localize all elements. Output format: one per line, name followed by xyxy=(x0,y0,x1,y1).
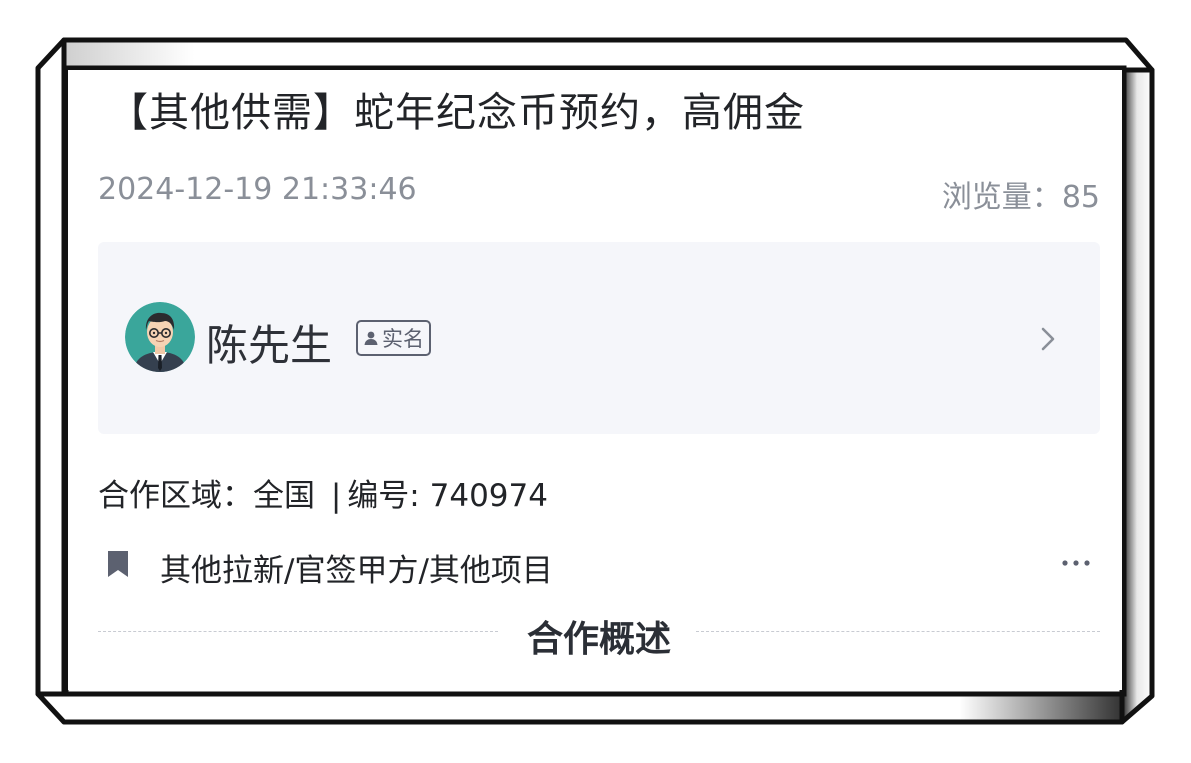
chevron-right-icon[interactable] xyxy=(1038,324,1058,354)
post-date: 2024-12-19 21:33:46 xyxy=(98,172,417,207)
publisher-card[interactable]: 陈先生 实名 xyxy=(98,242,1100,434)
category-tags-text: 其他拉新/官签甲方/其他项目 xyxy=(160,553,553,589)
view-count: 浏览量：85 xyxy=(942,172,1100,216)
number-label: 编号: xyxy=(347,478,420,514)
view-count-label: 浏览量： xyxy=(941,180,1062,215)
avatar[interactable] xyxy=(125,302,195,372)
post-title: 【其他供需】蛇年纪念币预约，高佣金 xyxy=(108,90,805,136)
section-header: 合作概述 xyxy=(98,610,1100,660)
post-card: 【其他供需】蛇年纪念币预约，高佣金 2024-12-19 21:33:46 浏览… xyxy=(68,70,1122,690)
bookmark-icon xyxy=(108,551,128,577)
verified-badge: 实名 xyxy=(356,320,431,356)
person-icon xyxy=(364,331,378,345)
info-separator: | xyxy=(330,478,342,514)
section-title: 合作概述 xyxy=(526,619,671,660)
cooperation-info: 合作区域：全国 | 编号: 740974 xyxy=(98,470,548,515)
number-value: 740974 xyxy=(429,478,548,514)
publisher-name: 陈先生 xyxy=(206,321,333,370)
divider-line-right xyxy=(696,631,1100,632)
verified-badge-label: 实名 xyxy=(382,327,424,351)
view-count-value: 85 xyxy=(1061,180,1100,215)
region-label: 合作区域： xyxy=(98,478,253,514)
more-horizontal-icon[interactable] xyxy=(1058,545,1094,581)
region-value: 全国 xyxy=(253,478,315,514)
category-tags: 其他拉新/官签甲方/其他项目 xyxy=(98,545,1100,589)
